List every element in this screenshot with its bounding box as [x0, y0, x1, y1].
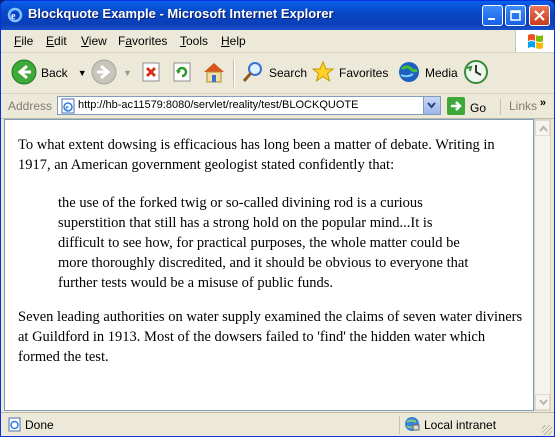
windows-logo-icon [515, 30, 554, 52]
favorites-button[interactable]: Favorites [311, 59, 388, 87]
back-button[interactable]: Back ▼ [11, 59, 87, 87]
home-icon [201, 60, 227, 87]
go-arrow-icon [447, 97, 465, 118]
title-bar[interactable]: e Blockquote Example - Microsoft Interne… [1, 1, 554, 30]
ie-logo-icon: e [7, 7, 23, 23]
search-button[interactable]: Search [241, 59, 307, 87]
maximize-button[interactable] [505, 5, 526, 26]
refresh-button[interactable] [171, 59, 193, 87]
links-label: Links [509, 99, 538, 113]
media-icon [397, 60, 421, 87]
zone-label: Local intranet [424, 418, 497, 432]
stop-icon [140, 61, 162, 86]
address-url: http://hb-ac11579:8080/servlet/reality/t… [78, 99, 359, 111]
address-label: Address [8, 99, 53, 113]
star-icon [311, 60, 335, 87]
status-bar: Done Local intranet [1, 412, 554, 436]
menu-tools[interactable]: Tools [180, 34, 208, 48]
menu-bar: File Edit View Favorites Tools Help [1, 30, 554, 53]
links-button[interactable]: Links [500, 99, 537, 115]
forward-arrow-icon [91, 59, 117, 88]
window-title: Blockquote Example - Microsoft Internet … [28, 6, 334, 21]
forward-button[interactable]: ▼ [91, 59, 132, 87]
toolbar-separator [233, 59, 234, 87]
paragraph-conclusion: Seven leading authorities on water suppl… [18, 309, 523, 365]
back-dropdown-icon[interactable]: ▼ [78, 68, 87, 78]
menu-help[interactable]: Help [221, 34, 246, 48]
intranet-globe-icon [404, 416, 420, 435]
security-zone: Local intranet [399, 416, 496, 434]
go-button[interactable]: Go [447, 97, 486, 118]
done-page-icon [7, 417, 22, 435]
menu-file[interactable]: File [14, 34, 33, 48]
go-label: Go [470, 100, 487, 115]
links-chevron-icon[interactable]: » [540, 97, 546, 109]
scroll-up-button[interactable] [535, 120, 550, 136]
back-label: Back [41, 66, 68, 80]
search-label: Search [269, 66, 308, 80]
svg-text:e: e [11, 11, 16, 22]
forward-dropdown-icon[interactable]: ▼ [123, 68, 132, 78]
page-icon: e [60, 98, 76, 119]
stop-button[interactable] [140, 59, 162, 87]
menu-view[interactable]: View [81, 34, 107, 48]
media-label: Media [425, 66, 458, 80]
home-button[interactable] [201, 59, 227, 87]
search-icon [241, 60, 265, 87]
favorites-label: Favorites [339, 66, 389, 80]
vertical-scrollbar[interactable] [534, 119, 551, 411]
media-button[interactable]: Media [397, 59, 458, 87]
back-arrow-icon [11, 59, 37, 88]
page-content: To what extent dowsing is efficacious ha… [4, 119, 534, 411]
browser-window: e Blockquote Example - Microsoft Interne… [0, 0, 555, 437]
menu-edit[interactable]: Edit [46, 34, 67, 48]
address-input[interactable]: e http://hb-ac11579:8080/servlet/reality… [57, 96, 441, 115]
address-dropdown-button[interactable] [423, 97, 440, 114]
svg-text:e: e [66, 104, 69, 112]
resize-grip[interactable] [542, 425, 552, 435]
blockquote: the use of the forked twig or so-called … [58, 195, 469, 291]
scroll-down-button[interactable] [535, 394, 550, 410]
paragraph-intro: To what extent dowsing is efficacious ha… [18, 137, 495, 173]
toolbar: Back ▼ ▼ Search Favorites Media [1, 53, 554, 94]
address-bar: Address e http://hb-ac11579:8080/servlet… [1, 94, 554, 119]
minimize-button[interactable] [482, 5, 503, 26]
history-icon [463, 59, 489, 88]
close-button[interactable] [529, 5, 550, 26]
status-text: Done [25, 418, 54, 432]
refresh-icon [171, 61, 193, 86]
history-button[interactable] [463, 59, 489, 87]
menu-favorites[interactable]: Favorites [118, 34, 167, 48]
